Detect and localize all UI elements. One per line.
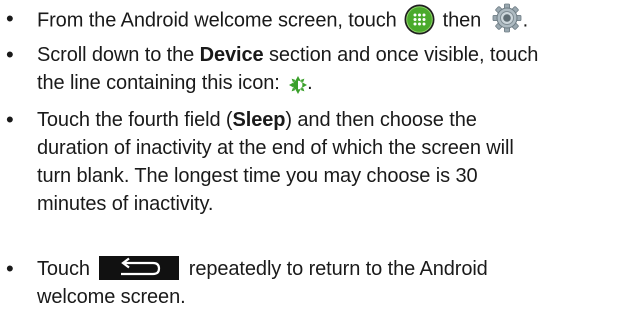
step-2-text-c: the line containing this icon:: [37, 72, 286, 94]
step-1-text-suffix: .: [522, 9, 529, 32]
step-3-line-2: duration of inactivity at the end of whi…: [37, 137, 514, 159]
step-3-text-b: ) and then choose the: [285, 109, 477, 131]
list-item: • From the Android welcome screen, touch…: [0, 2, 635, 37]
step-2-text-suffix: .: [307, 72, 313, 94]
step-2-text-a: Scroll down to the: [37, 44, 200, 66]
device-section-label: Device: [199, 44, 264, 66]
instruction-document: • From the Android welcome screen, touch…: [0, 0, 635, 316]
list-item: • Touch repeatedly to return to the Andr…: [0, 255, 635, 311]
step-3-text-a: Touch the fourth field (: [37, 109, 233, 131]
bullet: •: [6, 107, 14, 132]
bullet: •: [6, 42, 14, 67]
settings-gear-icon: [490, 2, 523, 34]
bullet: •: [6, 256, 14, 281]
step-1-text-prefix: From the Android welcome screen, touch: [37, 9, 403, 32]
step-4-text-suffix: repeatedly to return to the Android: [183, 258, 488, 280]
step-3-line-3: turn blank. The longest time you may cho…: [37, 165, 478, 187]
brightness-icon: [289, 74, 308, 94]
step-4-text-prefix: Touch: [37, 258, 96, 280]
list-item: • Scroll down to the Device section and …: [0, 41, 635, 97]
step-4-line-2: welcome screen.: [37, 286, 186, 308]
step-2-text-b: section and once visible, touch: [263, 44, 539, 66]
sleep-field-label: Sleep: [232, 109, 286, 131]
step-3-line-4: minutes of inactivity.: [37, 193, 214, 215]
bullet: •: [6, 6, 14, 31]
step-1-text-middle: then: [437, 9, 487, 32]
back-arrow-icon: [99, 255, 180, 280]
list-item: • Touch the fourth field (Sleep) and the…: [0, 106, 635, 218]
apps-grid-icon: [404, 4, 435, 35]
